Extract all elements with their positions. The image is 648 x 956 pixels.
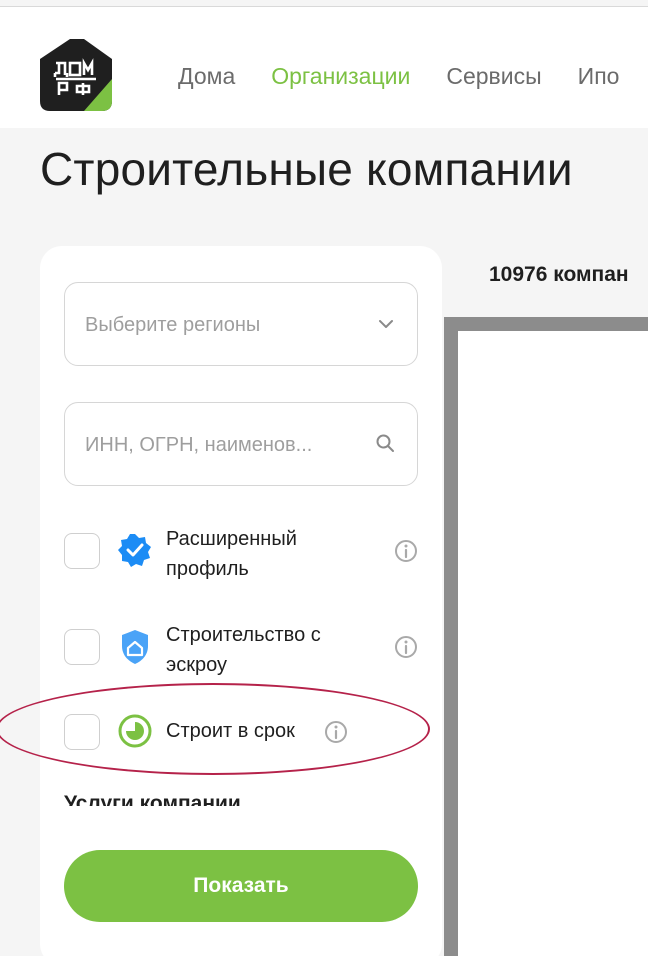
search-placeholder: ИНН, ОГРН, наименов... <box>85 434 313 456</box>
search-icon <box>376 434 394 452</box>
filter-extended-profile: Расширенный профиль <box>64 524 418 594</box>
escrow-label-line2: эскроу <box>166 654 227 676</box>
extended-profile-checkbox[interactable] <box>64 533 100 569</box>
page-title: Строительные компании <box>40 143 573 195</box>
nav-item-organizations[interactable]: Организации <box>271 63 410 90</box>
nav-item-services[interactable]: Сервисы <box>446 63 541 90</box>
results-count: 10976 компан <box>489 263 629 286</box>
company-services-heading: Услуги компании <box>64 792 241 806</box>
results-map-frame <box>444 317 648 956</box>
info-icon[interactable] <box>324 720 348 744</box>
results-map[interactable] <box>458 331 648 956</box>
nav-item-mortgage[interactable]: Ипо <box>578 63 620 90</box>
domrf-logo[interactable] <box>40 39 112 111</box>
filter-builds-on-time: Строит в срок <box>64 712 418 752</box>
company-search-input[interactable]: ИНН, ОГРН, наименов... <box>64 402 418 486</box>
extended-profile-label-line2: профиль <box>166 558 249 580</box>
region-select[interactable]: Выберите регионы <box>64 282 418 366</box>
builds-on-time-checkbox[interactable] <box>64 714 100 750</box>
region-select-placeholder: Выберите регионы <box>85 314 261 336</box>
builds-on-time-label: Строит в срок <box>166 720 295 742</box>
info-icon[interactable] <box>394 635 418 659</box>
site-header: Дома Организации Сервисы Ипо <box>0 7 648 128</box>
escrow-checkbox[interactable] <box>64 629 100 665</box>
main-nav: Дома Организации Сервисы Ипо <box>178 63 648 90</box>
verified-badge-icon <box>118 534 151 567</box>
escrow-label: Строительство с эскроу <box>166 620 321 680</box>
extended-profile-label-line1: Расширенный <box>166 528 297 550</box>
filter-escrow: Строительство с эскроу <box>64 620 418 690</box>
on-time-clock-icon <box>118 714 152 748</box>
show-results-button[interactable]: Показать <box>64 850 418 922</box>
nav-item-homes[interactable]: Дома <box>178 63 235 90</box>
info-icon[interactable] <box>394 539 418 563</box>
escrow-label-line1: Строительство с <box>166 624 321 646</box>
filter-panel: Выберите регионы ИНН, ОГРН, наименов... … <box>40 246 442 956</box>
chevron-down-icon <box>379 320 393 328</box>
extended-profile-label: Расширенный профиль <box>166 524 297 584</box>
escrow-shield-icon <box>122 630 148 664</box>
